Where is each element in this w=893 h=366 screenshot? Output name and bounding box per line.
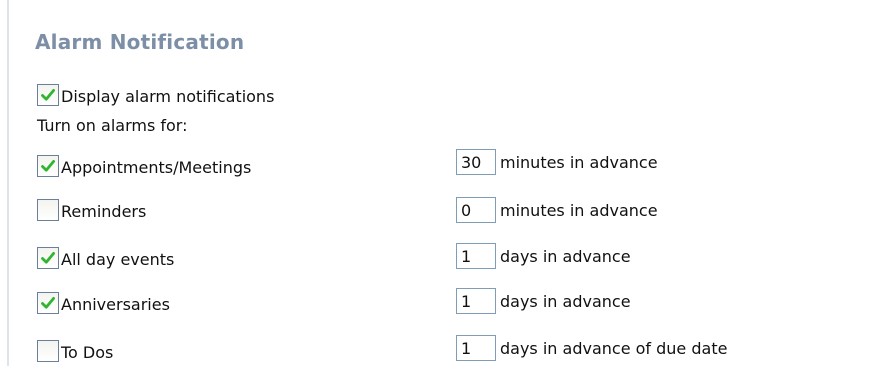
reminders-advance: minutes in advance <box>456 197 658 223</box>
reminders-label: Reminders <box>61 202 147 221</box>
all-day-events-label: All day events <box>61 250 175 269</box>
checkmark-icon <box>41 160 55 172</box>
all-day-events-advance: days in advance <box>456 243 631 269</box>
anniversaries-advance: days in advance <box>456 288 631 314</box>
display-alarms-label: Display alarm notifications <box>61 87 275 106</box>
alarm-row-appointments[interactable]: Appointments/Meetings <box>37 149 251 177</box>
anniversaries-advance-unit: days in advance <box>500 291 631 311</box>
reminders-advance-input[interactable] <box>456 197 496 223</box>
alarm-row-anniversaries[interactable]: Anniversaries <box>37 286 170 314</box>
section-title: Alarm Notification <box>35 30 245 54</box>
appointments-advance: minutes in advance <box>456 149 658 175</box>
to-dos-advance-input[interactable] <box>456 335 496 361</box>
all-day-events-advance-unit: days in advance <box>500 246 631 266</box>
checkmark-icon <box>41 297 55 309</box>
checkmark-icon <box>41 89 55 101</box>
alarm-notification-panel: Alarm Notification Display alarm notific… <box>0 0 893 366</box>
reminders-advance-unit: minutes in advance <box>500 200 658 220</box>
to-dos-label: To Dos <box>61 343 114 362</box>
appointments-label: Appointments/Meetings <box>61 158 252 177</box>
to-dos-advance: days in advance of due date <box>456 335 727 361</box>
to-dos-advance-unit: days in advance of due date <box>500 338 728 358</box>
alarm-row-to-dos[interactable]: To Dos <box>37 334 113 362</box>
display-alarms-checkbox[interactable] <box>37 84 59 106</box>
alarm-row-reminders[interactable]: Reminders <box>37 193 146 221</box>
anniversaries-checkbox[interactable] <box>37 292 59 314</box>
appointments-checkbox[interactable] <box>37 155 59 177</box>
anniversaries-advance-input[interactable] <box>456 288 496 314</box>
alarm-row-all-day-events[interactable]: All day events <box>37 241 174 269</box>
all-day-events-advance-input[interactable] <box>456 243 496 269</box>
checkmark-icon <box>41 252 55 264</box>
anniversaries-label: Anniversaries <box>61 295 170 314</box>
all-day-events-checkbox[interactable] <box>37 247 59 269</box>
appointments-advance-input[interactable] <box>456 149 496 175</box>
appointments-advance-unit: minutes in advance <box>500 152 658 172</box>
reminders-checkbox[interactable] <box>37 199 59 221</box>
to-dos-checkbox[interactable] <box>37 340 59 362</box>
turn-on-alarms-label: Turn on alarms for: <box>37 116 188 135</box>
panel-left-border <box>7 0 9 366</box>
display-alarms-row[interactable]: Display alarm notifications <box>37 78 274 106</box>
